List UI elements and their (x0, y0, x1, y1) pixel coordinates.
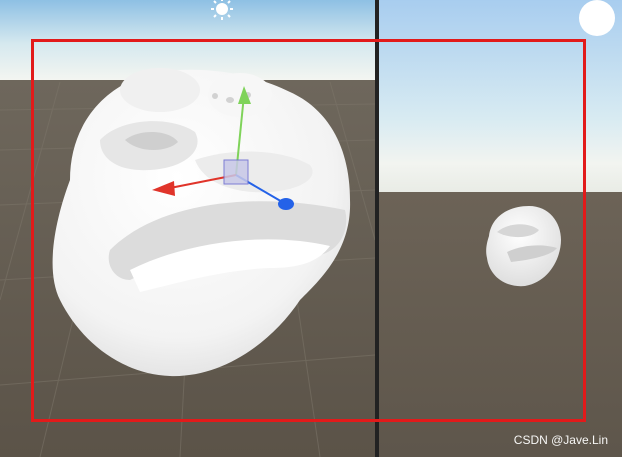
gizmo-center-handle (223, 159, 249, 185)
sun-disc-icon (579, 0, 615, 36)
gizmo-z-cone (278, 198, 294, 210)
watermark-text: CSDN @Jave.Lin (513, 433, 608, 447)
scene-view[interactable] (0, 0, 375, 457)
game-view[interactable] (379, 0, 622, 457)
